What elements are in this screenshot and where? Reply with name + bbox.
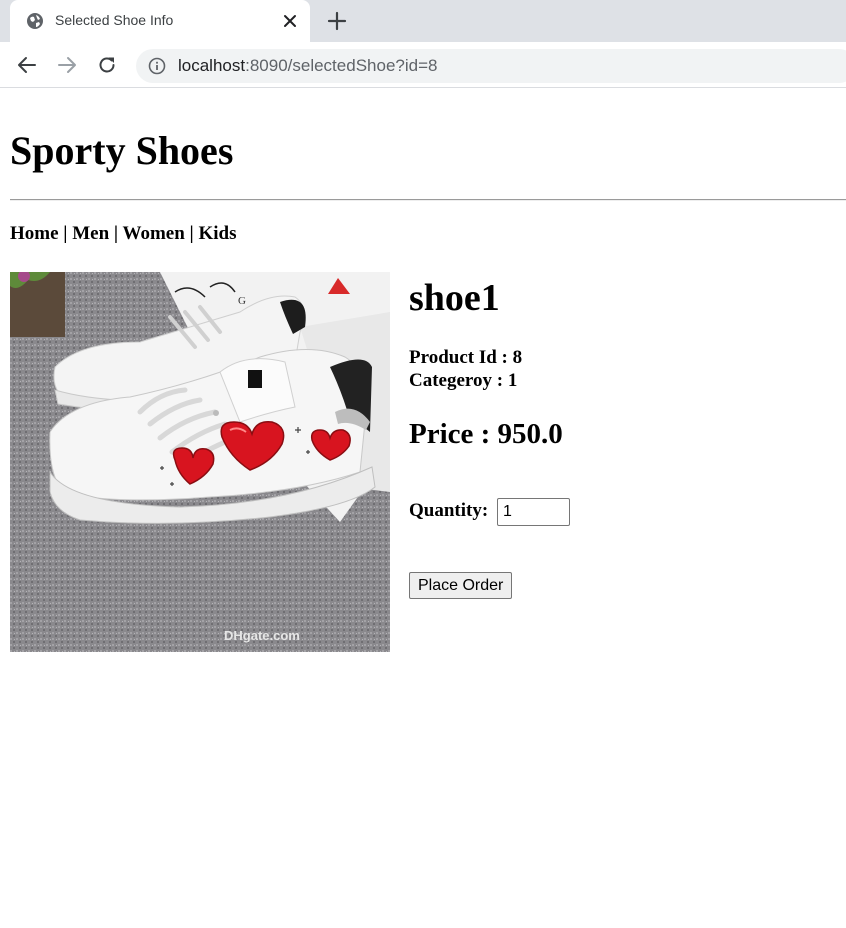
nav-home-link[interactable]: Home [10, 223, 59, 244]
nav-men-link[interactable]: Men [72, 223, 109, 244]
plus-icon[interactable] [326, 10, 348, 32]
globe-icon [27, 13, 43, 29]
browser-toolbar: localhost:8090/selectedShoe?id=8 [0, 42, 846, 88]
back-arrow-icon[interactable] [16, 54, 38, 76]
product-category: Categeroy : 1 [409, 370, 518, 391]
url-path: :8090/selectedShoe?id=8 [245, 56, 438, 75]
close-icon[interactable] [280, 11, 300, 31]
browser-tab[interactable]: Selected Shoe Info [10, 0, 310, 42]
reload-icon[interactable] [96, 54, 118, 76]
svg-text:G: G [238, 295, 246, 307]
nav-kids-link[interactable]: Kids [198, 223, 236, 244]
product-id: Product Id : 8 [409, 347, 523, 368]
product-price: Price : 950.0 [409, 418, 563, 450]
product-name: shoe1 [409, 277, 500, 319]
nav-separator: | [58, 223, 73, 244]
url-host: localhost [178, 56, 246, 75]
site-title: Sporty Shoes [10, 128, 234, 173]
url-text: localhost:8090/selectedShoe?id=8 [178, 56, 437, 76]
tab-title: Selected Shoe Info [55, 12, 174, 28]
forward-arrow-icon[interactable] [56, 54, 78, 76]
shoe-photo: G DHgate.com [10, 272, 390, 652]
product-image: G DHgate.com [10, 272, 390, 652]
header-divider [10, 199, 846, 201]
place-order-button[interactable]: Place Order [409, 572, 513, 599]
nav-separator: | [184, 223, 199, 244]
nav-women-link[interactable]: Women [123, 223, 185, 244]
info-icon[interactable] [148, 57, 166, 75]
page-content: Sporty Shoes Home | Men | Women | Kids G… [0, 89, 846, 928]
nav-separator: | [109, 223, 123, 244]
quantity-label: Quantity: [409, 500, 489, 521]
main-nav: Home | Men | Women | Kids [10, 223, 237, 245]
tab-strip: Selected Shoe Info [0, 0, 846, 42]
address-bar[interactable]: localhost:8090/selectedShoe?id=8 [136, 49, 846, 83]
image-watermark: DHgate.com [224, 628, 300, 643]
quantity-input[interactable] [497, 498, 570, 526]
